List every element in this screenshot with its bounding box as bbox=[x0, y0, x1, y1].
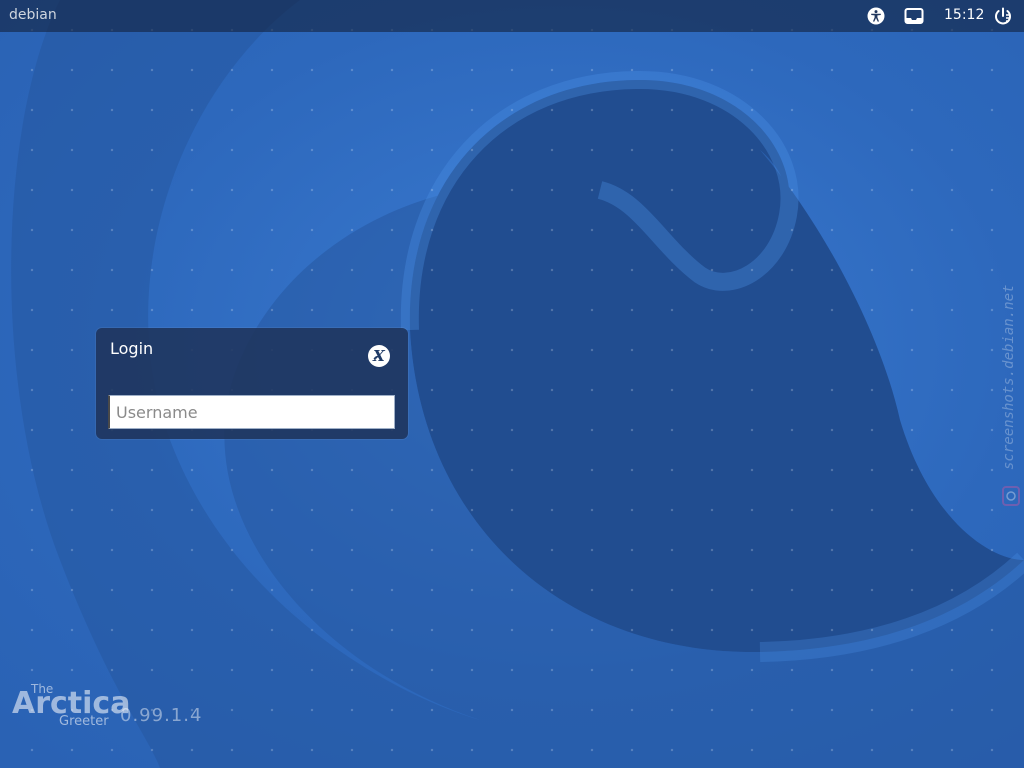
brand-greeter-label: Greeter bbox=[59, 714, 109, 729]
xfce-session-icon[interactable]: X bbox=[368, 345, 390, 367]
version-label: 0.99.1.4 bbox=[120, 705, 203, 726]
power-icon[interactable] bbox=[993, 6, 1013, 26]
hostname-label: debian bbox=[9, 7, 57, 23]
screenshots-watermark: screenshots.debian.net bbox=[1001, 284, 1017, 470]
keyboard-icon[interactable] bbox=[904, 6, 924, 26]
greeter-branding: The Arctica Greeter 0.99.1.4 bbox=[12, 682, 232, 732]
username-input[interactable] bbox=[108, 395, 395, 429]
svg-text:X: X bbox=[372, 347, 386, 365]
camera-logo-icon bbox=[1002, 486, 1020, 506]
login-dialog: Login X bbox=[96, 328, 408, 439]
top-panel: debian 15:12 bbox=[0, 0, 1024, 32]
greeter-screen: debian 15:12 Login X Username The Arctic… bbox=[0, 0, 1024, 768]
login-title: Login bbox=[110, 339, 154, 358]
clock[interactable]: 15:12 bbox=[944, 7, 984, 23]
accessibility-icon[interactable] bbox=[866, 6, 886, 26]
